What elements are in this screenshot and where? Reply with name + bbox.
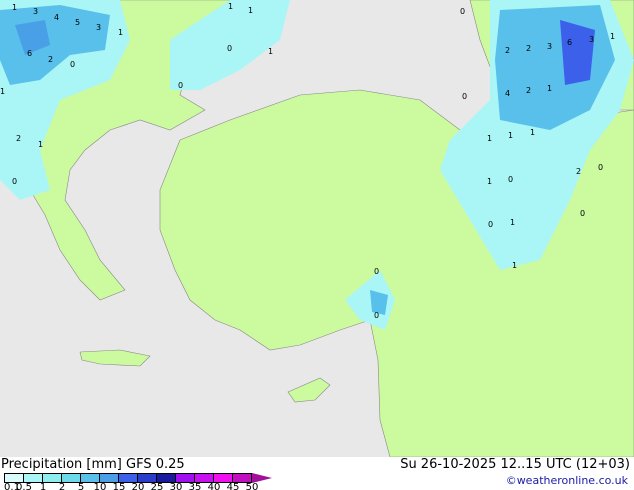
weather-map-view: 1 3 4 5 3 1 6 2 0 1 0 1 1 1 0 0 2 2 3 6 …	[0, 0, 634, 490]
precipitation-map	[0, 0, 634, 457]
value-label: 1	[512, 261, 518, 270]
value-label: 2	[48, 55, 54, 64]
color-scale-tick-label: 0.5	[16, 482, 32, 490]
value-label: 0	[178, 81, 184, 90]
value-label: 0	[12, 177, 18, 186]
color-scale-tick-label: 45	[226, 482, 240, 490]
value-label: 0	[488, 220, 494, 229]
color-scale-tick-label: 20	[131, 482, 145, 490]
color-scale-tick-label: 35	[188, 482, 202, 490]
color-scale-swatch	[157, 474, 176, 482]
value-label: 6	[27, 49, 33, 58]
color-scale-tick-label: 25	[150, 482, 164, 490]
value-label: 1	[508, 131, 514, 140]
forecast-datetime: Su 26-10-2025 12..15 UTC (12+03)	[400, 457, 630, 472]
value-label: 2	[526, 86, 532, 95]
color-scale-ticks: 0.1 0.5 1 2 5 10 15 20 25 30 35 40 45 50	[0, 482, 330, 490]
value-label: 3	[96, 23, 102, 32]
credit-link[interactable]: ©weatheronline.co.uk	[506, 474, 628, 487]
value-label: 2	[576, 167, 582, 176]
color-scale-swatch	[81, 474, 100, 482]
value-label: 1	[12, 3, 18, 12]
color-scale-swatch	[233, 474, 251, 482]
value-label: 0	[227, 44, 233, 53]
value-label: 1	[118, 28, 124, 37]
value-label: 1	[530, 128, 536, 137]
value-label: 0	[374, 311, 380, 320]
value-label: 0	[580, 209, 586, 218]
color-scale-swatch	[24, 474, 43, 482]
color-scale-tick-label: 50	[245, 482, 259, 490]
color-scale-tick-label: 30	[169, 482, 183, 490]
color-scale-swatch	[5, 474, 24, 482]
color-scale-swatch	[100, 474, 119, 482]
value-label: 4	[505, 89, 511, 98]
color-scale-tick-label: 1	[39, 482, 47, 490]
color-scale-tick-label: 15	[112, 482, 126, 490]
value-label: 0	[508, 175, 514, 184]
color-scale-swatch	[176, 474, 195, 482]
value-label: 1	[547, 84, 553, 93]
color-scale-swatch	[43, 474, 62, 482]
color-scale-swatch	[138, 474, 157, 482]
legend-footer: Precipitation [mm] GFS 0.25 Su 26-10-202…	[0, 457, 634, 490]
color-scale-tick-label: 40	[207, 482, 221, 490]
color-scale-tick-label: 10	[93, 482, 107, 490]
color-scale-swatch	[119, 474, 138, 482]
value-label: 3	[547, 42, 553, 51]
value-label: 0	[462, 92, 468, 101]
value-label: 3	[589, 35, 595, 44]
color-scale-swatch	[195, 474, 214, 482]
legend-title: Precipitation [mm] GFS 0.25	[1, 457, 185, 472]
value-label: 1	[248, 6, 254, 15]
value-label: 5	[75, 18, 81, 27]
value-label: 1	[228, 2, 234, 11]
color-scale-swatch	[62, 474, 81, 482]
value-label: 1	[487, 134, 493, 143]
value-label: 2	[16, 134, 22, 143]
value-label: 2	[505, 46, 511, 55]
value-label: 1	[510, 218, 516, 227]
value-label: 4	[54, 13, 60, 22]
value-label: 0	[460, 7, 466, 16]
value-label: 6	[567, 38, 573, 47]
value-label: 1	[38, 140, 44, 149]
value-label: 1	[268, 47, 274, 56]
value-label: 3	[33, 7, 39, 16]
value-label: 2	[526, 44, 532, 53]
color-scale-tick-label: 5	[77, 482, 85, 490]
value-label: 1	[610, 32, 616, 41]
value-label: 1	[0, 87, 6, 96]
value-label: 0	[374, 267, 380, 276]
color-scale-swatch	[214, 474, 233, 482]
value-label: 0	[598, 163, 604, 172]
color-scale-tick-label: 2	[58, 482, 66, 490]
value-label: 0	[70, 60, 76, 69]
value-label: 1	[487, 177, 493, 186]
